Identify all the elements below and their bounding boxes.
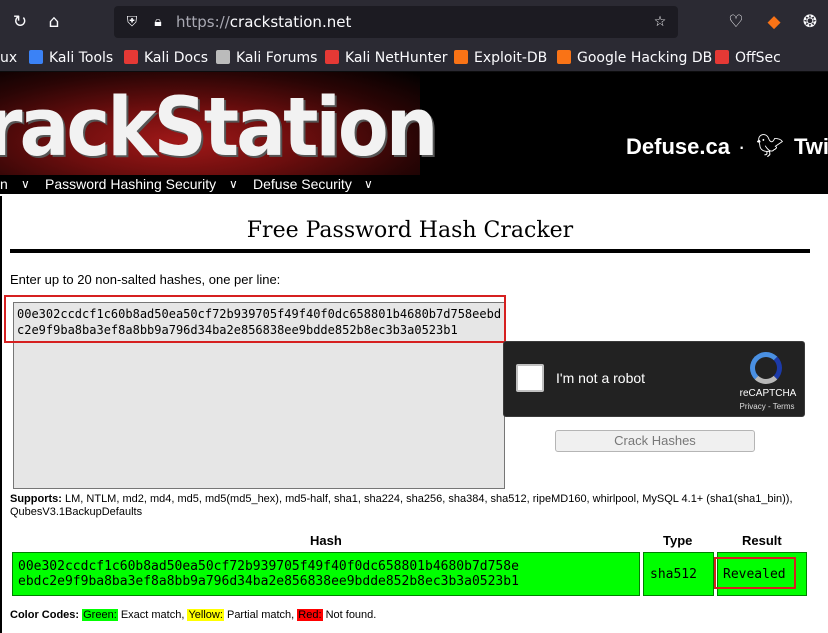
kali-tools-icon xyxy=(29,50,43,64)
site-banner: rackStation Defuse.ca · 🐦︎ Twi xyxy=(0,72,828,175)
results-header-hash: Hash xyxy=(310,533,342,548)
lock-icon[interactable]: 🔒︎ xyxy=(148,12,168,32)
bookmark-linux[interactable]: ux xyxy=(0,48,17,68)
recaptcha-widget: I'm not a robot reCAPTCHA Privacy - Term… xyxy=(503,341,805,417)
recaptcha-logo-icon xyxy=(750,352,782,384)
nav-item-defuse-security[interactable]: Defuse Security xyxy=(253,176,352,193)
highlight-box-input xyxy=(4,295,506,343)
crack-hashes-button[interactable]: Crack Hashes xyxy=(555,430,755,452)
bookmark-kali-docs[interactable]: Kali Docs xyxy=(124,48,208,68)
bookmark-star-icon[interactable]: ☆ xyxy=(650,12,670,32)
offsec-icon xyxy=(715,50,729,64)
bookmark-kali-tools[interactable]: Kali Tools xyxy=(29,48,113,68)
bookmark-offsec[interactable]: OffSec xyxy=(715,48,781,68)
kali-forums-icon xyxy=(216,50,230,64)
ghdb-icon xyxy=(557,50,571,64)
extension-fox-icon[interactable]: ◆ xyxy=(762,10,786,34)
result-type-text: sha512 xyxy=(650,567,697,582)
url-bar[interactable]: ⛨ 🔒︎ https://crackstation.net ☆ xyxy=(114,6,678,38)
url-text[interactable]: https://crackstation.net xyxy=(176,12,351,32)
supported-algorithms: Supports: LM, NTLM, md2, md4, md5, md5(m… xyxy=(10,493,793,518)
instructions: Enter up to 20 non-salted hashes, one pe… xyxy=(10,272,281,287)
pocket-icon[interactable]: ♡ xyxy=(724,10,748,34)
color-codes-legend: Color Codes: Green: Exact match, Yellow:… xyxy=(10,609,377,621)
page-title: Free Password Hash Cracker xyxy=(246,218,574,243)
exploit-db-icon xyxy=(454,50,468,64)
site-logo[interactable]: rackStation xyxy=(0,80,438,175)
recaptcha-label: I'm not a robot xyxy=(556,370,646,386)
bookmark-kali-forums[interactable]: Kali Forums xyxy=(216,48,317,68)
bookmarks-bar: ux Kali Tools Kali Docs Kali Forums Kali… xyxy=(0,44,828,72)
recaptcha-brand: reCAPTCHA xyxy=(739,388,797,399)
bookmark-kali-nethunter[interactable]: Kali NetHunter xyxy=(325,48,447,68)
main-content: Free Password Hash Cracker Enter up to 2… xyxy=(0,196,828,633)
results-header-result: Result xyxy=(742,533,782,548)
chevron-down-icon[interactable]: ∨ xyxy=(21,176,30,193)
kali-docs-icon xyxy=(124,50,138,64)
result-hash-cell: 00e302ccdcf1c60b8ad50ea50cf72b939705f49f… xyxy=(12,552,640,596)
bookmark-exploit-db[interactable]: Exploit-DB xyxy=(454,48,547,68)
shield-icon[interactable]: ⛨ xyxy=(122,12,142,32)
chevron-down-icon[interactable]: ∨ xyxy=(229,176,238,193)
recaptcha-checkbox[interactable] xyxy=(516,364,544,392)
legend-green-swatch: Green: xyxy=(82,609,118,621)
cookie-extension-icon[interactable]: ❂ xyxy=(798,10,822,34)
browser-toolbar: ↻ ⌂ ⛨ 🔒︎ https://crackstation.net ☆ ♡ ◆ … xyxy=(0,0,828,44)
highlight-box-result xyxy=(714,557,796,589)
twitter-link[interactable]: Twi xyxy=(794,134,828,160)
site-nav: n ∨ Password Hashing Security ∨ Defuse S… xyxy=(0,175,828,195)
title-divider xyxy=(10,249,810,253)
chevron-down-icon[interactable]: ∨ xyxy=(364,176,373,193)
result-hash-text: 00e302ccdcf1c60b8ad50ea50cf72b939705f49f… xyxy=(18,559,519,589)
defuse-link[interactable]: Defuse.ca xyxy=(626,134,730,160)
result-type-cell: sha512 xyxy=(643,552,714,596)
bookmark-google-hacking-db[interactable]: Google Hacking DB xyxy=(557,48,712,68)
home-icon[interactable]: ⌂ xyxy=(42,10,66,34)
nav-item-password-hashing[interactable]: Password Hashing Security xyxy=(45,176,216,193)
results-header-type: Type xyxy=(663,533,693,548)
legend-red-swatch: Red: xyxy=(297,609,323,621)
kali-nethunter-icon xyxy=(325,50,339,64)
reload-icon[interactable]: ↻ xyxy=(8,10,32,34)
legend-yellow-swatch: Yellow: xyxy=(187,609,224,621)
twitter-icon[interactable]: 🐦︎ xyxy=(756,134,784,159)
recaptcha-privacy-terms[interactable]: Privacy - Terms xyxy=(734,402,800,411)
nav-item-crackstation[interactable]: n xyxy=(0,176,8,193)
header-separator: · xyxy=(738,134,746,159)
